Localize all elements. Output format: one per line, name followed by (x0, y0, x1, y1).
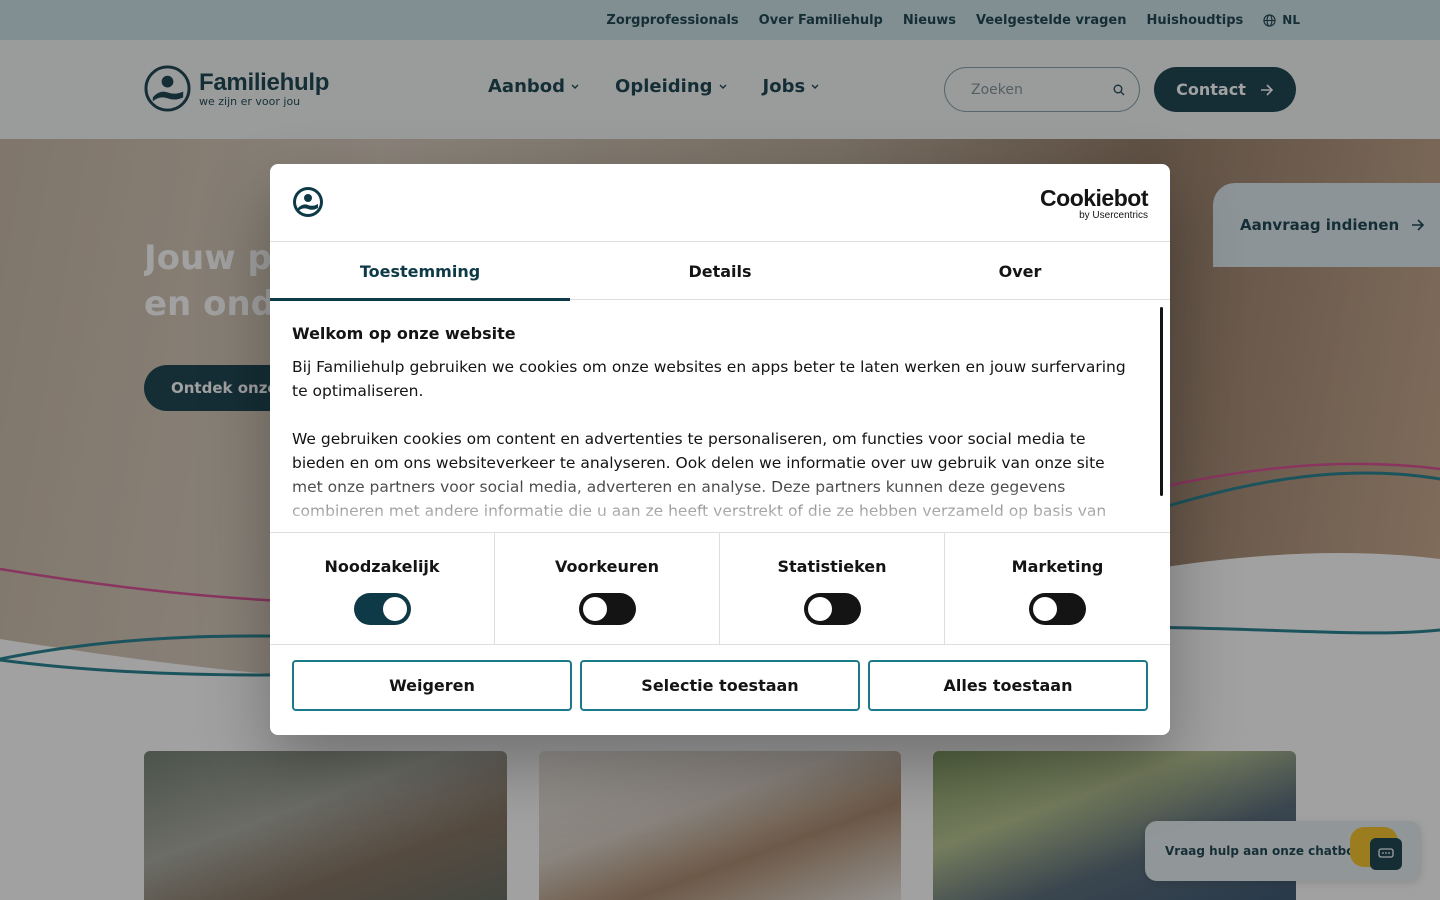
voorkeuren-switch[interactable] (578, 593, 636, 625)
dialog-scrollbar[interactable] (1160, 307, 1163, 496)
allow-all-button[interactable]: Alles toestaan (868, 660, 1148, 711)
text-fade (270, 472, 1150, 532)
dialog-actions: Weigeren Selectie toestaan Alles toestaa… (292, 660, 1148, 712)
dialog-title: Welkom op onze website (292, 324, 516, 343)
dialog-paragraph-1: Bij Familiehulp gebruiken we cookies om … (292, 358, 1126, 400)
toggle-label: Marketing (1011, 557, 1104, 576)
toggle-label: Noodzakelijk (324, 557, 440, 576)
cookiebot-brand: Cookiebot (1040, 185, 1148, 211)
cookiebot-logo: Cookiebot by Usercentrics (1040, 186, 1148, 222)
toggle-voorkeuren: Voorkeuren (495, 533, 720, 645)
noodzakelijk-switch[interactable] (353, 593, 411, 625)
statistieken-switch[interactable] (803, 593, 861, 625)
toggle-statistieken: Statistieken (720, 533, 945, 645)
toggle-marketing: Marketing (945, 533, 1170, 645)
reject-button[interactable]: Weigeren (292, 660, 572, 711)
tab-details[interactable]: Details (570, 242, 870, 300)
dialog-header: Cookiebot by Usercentrics (270, 164, 1170, 242)
marketing-switch[interactable] (1029, 593, 1086, 625)
allow-selection-button[interactable]: Selectie toestaan (580, 660, 860, 711)
toggle-label: Voorkeuren (555, 557, 659, 576)
familiehulp-logo-icon (293, 187, 323, 217)
tab-toestemming[interactable]: Toestemming (270, 242, 570, 301)
tab-over[interactable]: Over (870, 242, 1170, 300)
toggle-label: Statistieken (777, 557, 887, 576)
dialog-tabs: Toestemming Details Over (270, 242, 1170, 301)
toggle-noodzakelijk: Noodzakelijk (270, 533, 495, 645)
dialog-body: Welkom op onze website Bij Familiehulp g… (270, 301, 1170, 532)
cookiebot-sub: by Usercentrics (1079, 210, 1148, 221)
cookie-consent-dialog: Cookiebot by Usercentrics Toestemming De… (270, 164, 1170, 735)
consent-toggles: Noodzakelijk Voorkeuren Statistieken Mar… (270, 532, 1170, 645)
